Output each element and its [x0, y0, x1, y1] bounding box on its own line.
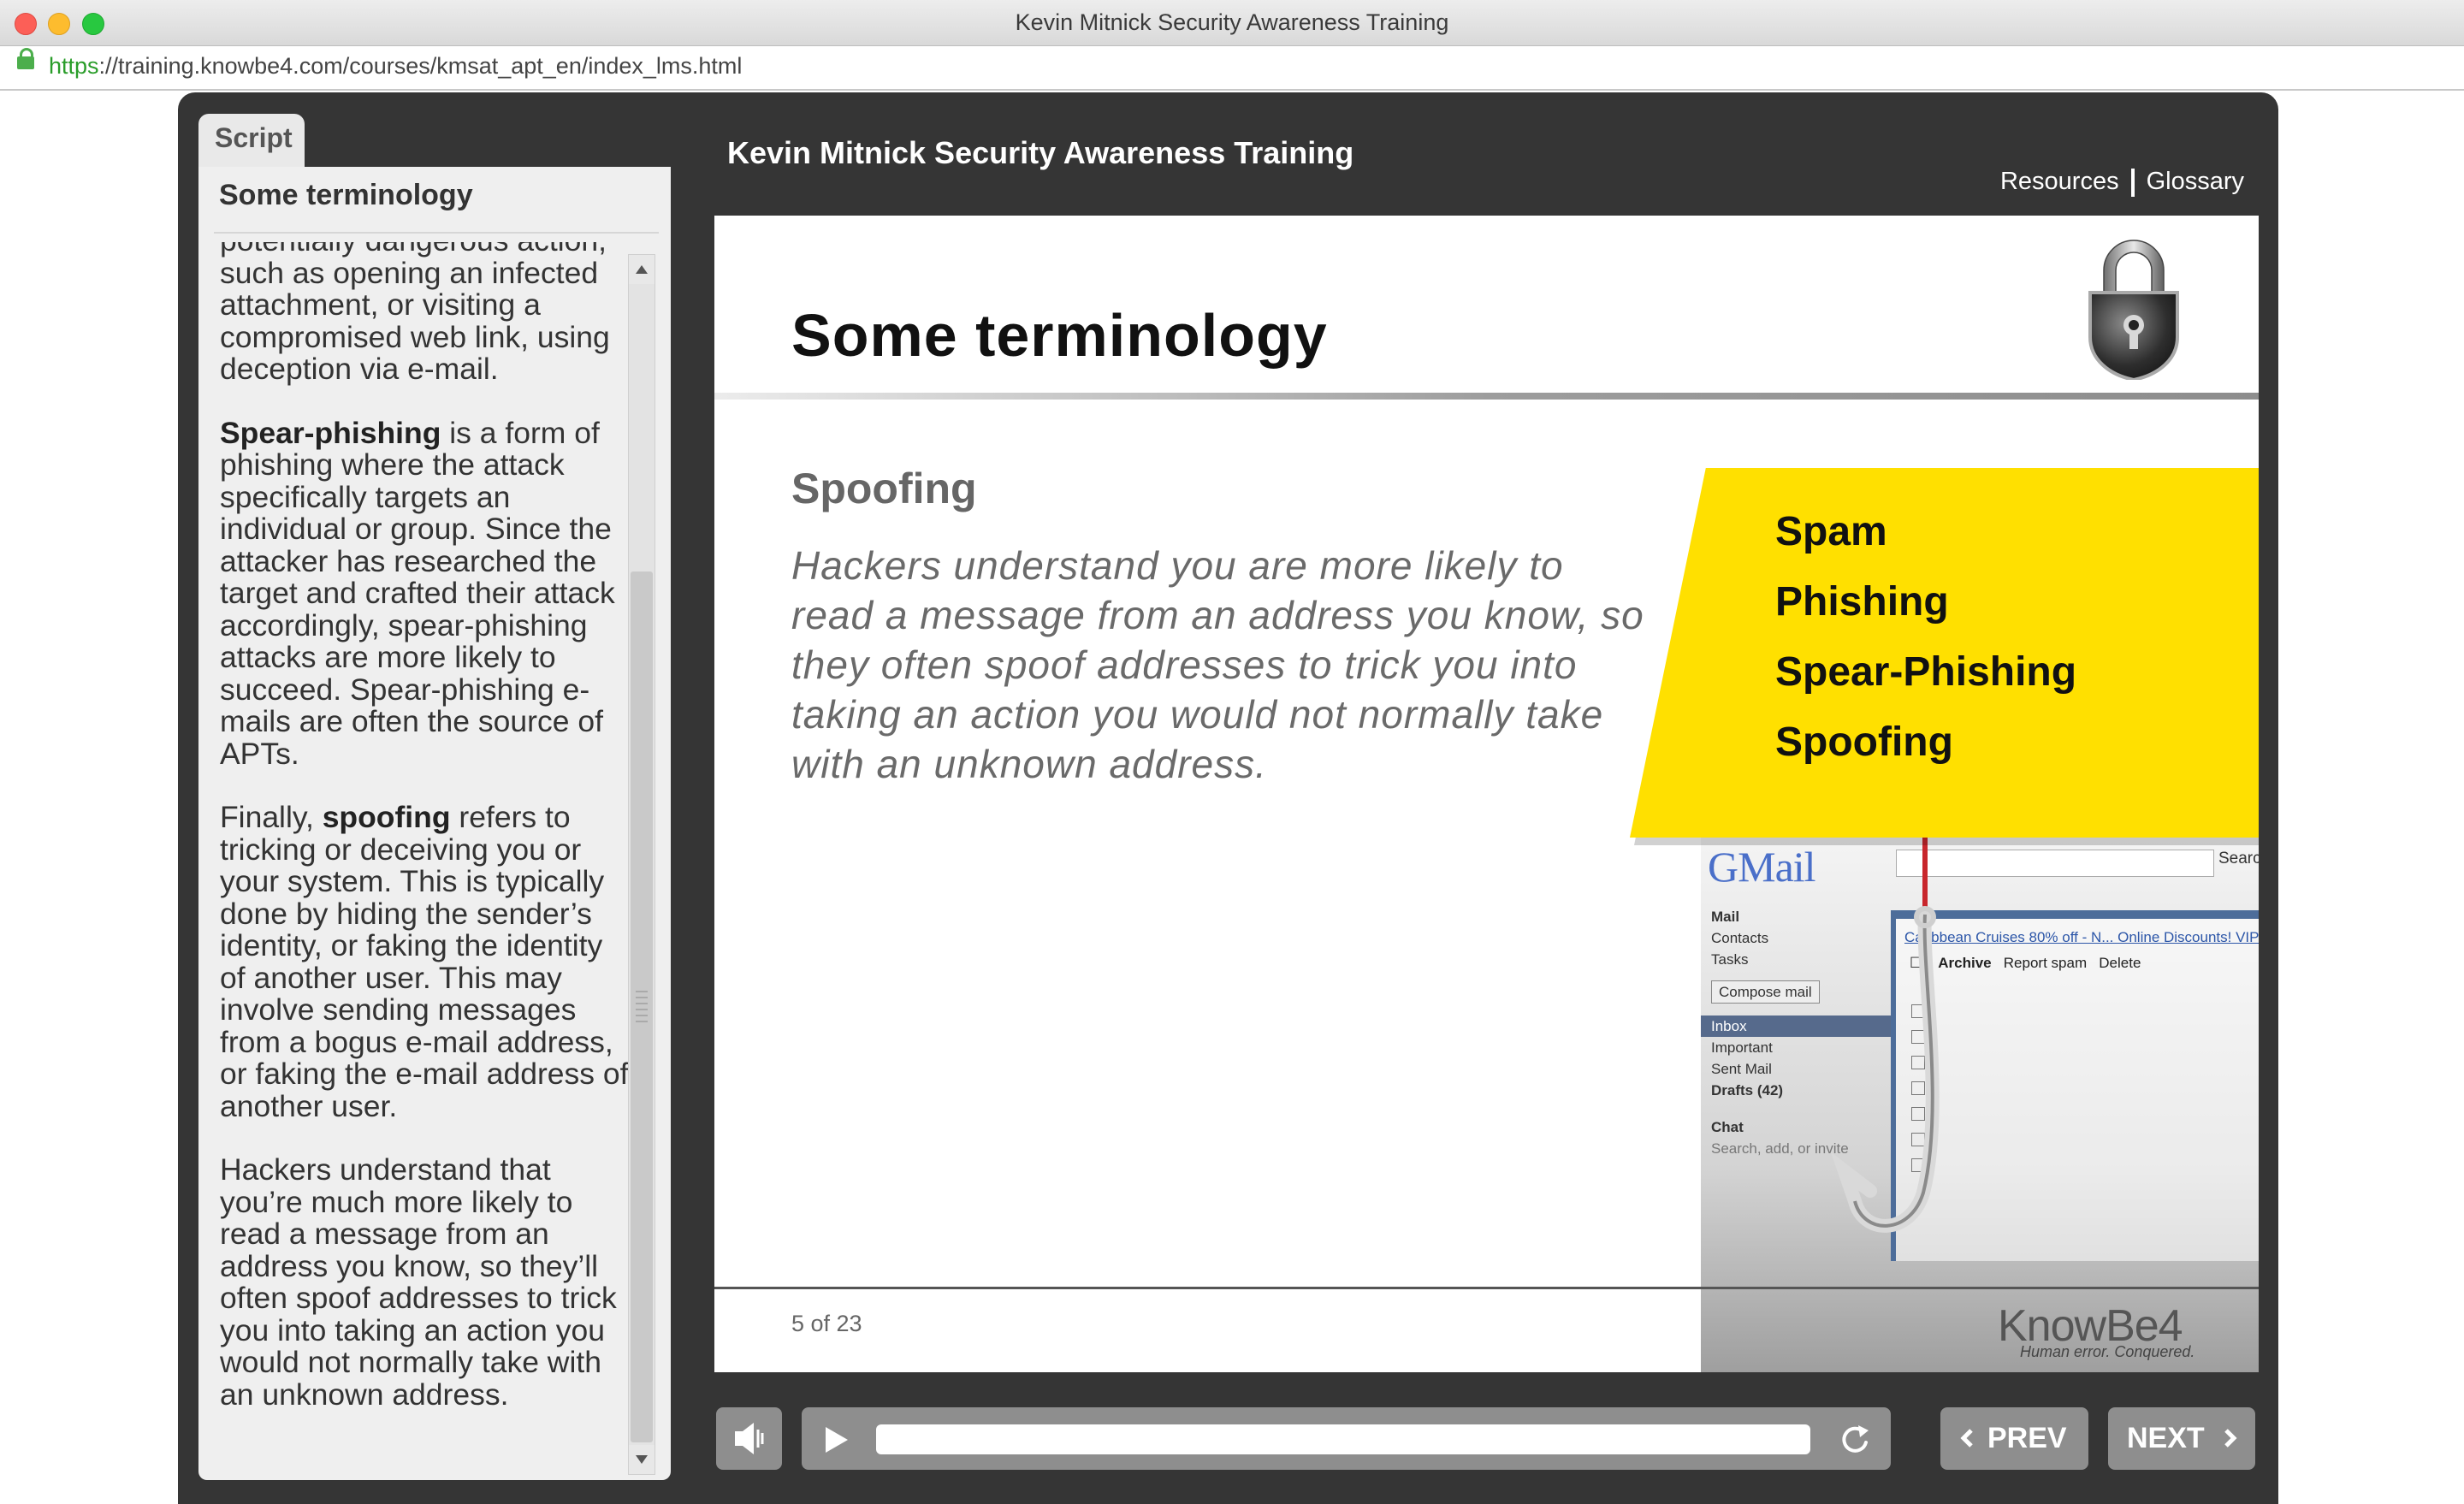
lock-icon	[17, 48, 34, 69]
link-separator	[2130, 168, 2135, 197]
script-paragraph: Finally, spoofing refers to tricking or …	[220, 800, 629, 1123]
scroll-up-arrow-icon[interactable]	[629, 255, 654, 284]
scroll-down-arrow-icon[interactable]	[629, 1445, 654, 1474]
padlock-icon	[2088, 240, 2179, 380]
prev-button[interactable]: PREV	[1940, 1407, 2088, 1470]
progress-track[interactable]	[876, 1424, 1810, 1454]
knowbe4-tagline: Human error. Conquered.	[2020, 1343, 2195, 1360]
chevron-right-icon	[2224, 1429, 2237, 1448]
url-path: ://training.knowbe4.com/courses/kmsat_ap…	[98, 53, 743, 79]
url-text[interactable]: https://training.knowbe4.com/courses/kms…	[49, 53, 742, 80]
chevron-left-icon	[1960, 1429, 1973, 1448]
slide-body-text: Hackers understand you are more likely t…	[791, 543, 1644, 786]
tab-script[interactable]: Script	[198, 114, 305, 167]
script-text-area[interactable]: potentially dangerous action, such as op…	[220, 242, 634, 1471]
script-paragraph: Hackers understand that you’re much more…	[220, 1152, 617, 1412]
term-phishing: Phishing	[1775, 579, 1949, 625]
gmail-search-label: Search	[2218, 850, 2259, 867]
url-scheme: https	[49, 53, 99, 79]
window-titlebar: Kevin Mitnick Security Awareness Trainin…	[0, 0, 2464, 46]
slide-content: Some terminology Spoofing Hackers unders…	[714, 216, 2259, 1372]
slide-title: Some terminology	[791, 302, 1328, 369]
script-paragraph: potentially dangerous action, such as op…	[220, 242, 610, 386]
window-title: Kevin Mitnick Security Awareness Trainin…	[1015, 9, 1449, 35]
volume-button[interactable]	[716, 1407, 782, 1470]
prev-label: PREV	[1987, 1422, 2067, 1454]
script-paragraph: Spear-phishing is a form of phishing whe…	[220, 415, 615, 771]
term-spoofing: Spoofing	[1775, 719, 1953, 765]
glossary-link[interactable]: Glossary	[2147, 168, 2244, 195]
next-button[interactable]: NEXT	[2108, 1407, 2255, 1470]
term-spam: Spam	[1775, 509, 1887, 554]
slide-subtitle: Spoofing	[791, 465, 977, 512]
scrollbar-thumb[interactable]	[631, 571, 653, 1442]
grip-icon	[636, 991, 648, 1025]
term-spear-phishing: Spear-Phishing	[1775, 649, 2077, 695]
script-scrollbar[interactable]	[628, 254, 655, 1475]
media-player-bar	[802, 1407, 1891, 1470]
tab-script-label: Script	[215, 122, 293, 153]
fishing-hook-icon	[1830, 838, 1940, 1233]
footer-divider	[714, 1287, 2259, 1289]
header-links: Resources Glossary	[2000, 168, 2244, 197]
page-indicator: 5 of 23	[791, 1311, 862, 1336]
script-panel: Some terminology potentially dangerous a…	[198, 167, 671, 1480]
script-divider	[214, 232, 659, 234]
next-label: NEXT	[2127, 1422, 2205, 1454]
course-title: Kevin Mitnick Security Awareness Trainin…	[727, 135, 1354, 170]
speaker-icon	[735, 1423, 764, 1454]
play-icon[interactable]	[819, 1423, 853, 1457]
script-heading: Some terminology	[219, 179, 473, 211]
title-divider	[714, 393, 2259, 400]
gmail-logo: GMail	[1708, 843, 1816, 891]
gmail-phishing-image: GMail Search Mail Contacts Tasks Compose…	[1701, 838, 2259, 1372]
replay-icon[interactable]	[1838, 1422, 1872, 1456]
resources-link[interactable]: Resources	[2000, 168, 2119, 195]
